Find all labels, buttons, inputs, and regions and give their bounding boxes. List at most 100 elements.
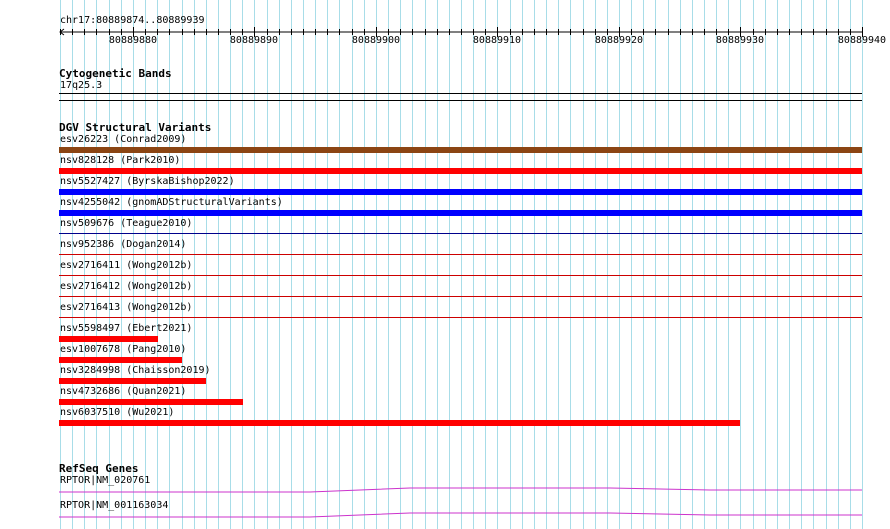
gridline [218, 0, 219, 529]
gridline [279, 0, 280, 529]
gridline [631, 0, 632, 529]
gridline [813, 0, 814, 529]
gridline [510, 0, 511, 529]
dgv-variant-label[interactable]: nsv509676 (Teague2010) [60, 218, 192, 230]
gridline [668, 0, 669, 529]
dgv-variant-label[interactable]: nsv952386 (Dogan2014) [60, 239, 186, 251]
gridline [303, 0, 304, 529]
gridline [655, 0, 656, 529]
ruler-tick-label: 80889900 [351, 35, 401, 46]
gridline [522, 0, 523, 529]
track-divider [59, 100, 862, 101]
dgv-variant-label[interactable]: esv2716411 (Wong2012b) [60, 260, 192, 272]
gridline [400, 0, 401, 529]
gridline [789, 0, 790, 529]
gridline [425, 0, 426, 529]
gridline [364, 0, 365, 529]
refseq-gene-line[interactable] [59, 512, 862, 518]
gridline [728, 0, 729, 529]
gridline [583, 0, 584, 529]
dgv-variant-label[interactable]: esv1007678 (Pang2010) [60, 344, 186, 356]
ruler-tick-label: 80889890 [229, 35, 279, 46]
gridline [242, 0, 243, 529]
gridline [838, 0, 839, 529]
cytoband-label: 17q25.3 [60, 80, 103, 91]
gridline [461, 0, 462, 529]
dgv-variant-label[interactable]: nsv4255042 (gnomADStructuralVariants) [60, 197, 283, 209]
ruler-tick-label: 80889910 [472, 35, 522, 46]
ruler-tick-label: 80889920 [594, 35, 644, 46]
gridline [352, 0, 353, 529]
gridline [291, 0, 292, 529]
dgv-variant-label[interactable]: nsv828128 (Park2010) [60, 155, 180, 167]
cytogenetic-bands-title: Cytogenetic Bands [59, 67, 172, 80]
dgv-variant-label[interactable]: esv2716413 (Wong2012b) [60, 302, 192, 314]
gridline [485, 0, 486, 529]
refseq-track-title: RefSeq Genes [59, 462, 139, 475]
gridline [206, 0, 207, 529]
ruler-tick-label: 80889940 [837, 35, 887, 46]
gridline [753, 0, 754, 529]
gridline [376, 0, 377, 529]
dgv-variant-label[interactable]: nsv4732686 (Quan2021) [60, 386, 186, 398]
gridline [716, 0, 717, 529]
gridline [850, 0, 851, 529]
gridline [777, 0, 778, 529]
gridline [327, 0, 328, 529]
cytoband-track-line [59, 93, 862, 94]
dgv-variant-label[interactable]: esv26223 (Conrad2009) [60, 134, 186, 146]
dgv-variant-bar[interactable] [59, 233, 862, 234]
dgv-track-title: DGV Structural Variants [59, 121, 212, 134]
dgv-variant-bar[interactable] [59, 317, 862, 318]
gridline [692, 0, 693, 529]
gridline [570, 0, 571, 529]
gridline [315, 0, 316, 529]
gridline [534, 0, 535, 529]
gridline [704, 0, 705, 529]
dgv-variant-label[interactable]: esv2716412 (Wong2012b) [60, 281, 192, 293]
gridline [607, 0, 608, 529]
refseq-gene-line[interactable] [59, 487, 862, 493]
dgv-variant-bar[interactable] [59, 336, 158, 342]
ruler-tick-label: 80889930 [715, 35, 765, 46]
dgv-variant-bar[interactable] [59, 378, 206, 384]
dgv-variant-bar[interactable] [59, 275, 862, 276]
gridline [680, 0, 681, 529]
refseq-gene-model[interactable] [0, 508, 890, 520]
dgv-variant-bar[interactable] [59, 147, 862, 153]
gridline [339, 0, 340, 529]
dgv-variant-label[interactable]: nsv5598497 (Ebert2021) [60, 323, 192, 335]
gridline [437, 0, 438, 529]
gridline [619, 0, 620, 529]
gridline [765, 0, 766, 529]
ruler-tick-label: 80889880 [108, 35, 158, 46]
gridline [862, 0, 863, 529]
gridline [740, 0, 741, 529]
gridline [267, 0, 268, 529]
dgv-variant-label[interactable]: nsv5527427 (ByrskaBishop2022) [60, 176, 235, 188]
dgv-variant-label[interactable]: nsv6037510 (Wu2021) [60, 407, 174, 419]
refseq-gene-model[interactable] [0, 483, 890, 495]
gridline [558, 0, 559, 529]
gridline [497, 0, 498, 529]
gridline [412, 0, 413, 529]
gridline [449, 0, 450, 529]
gridline [230, 0, 231, 529]
dgv-variant-bar[interactable] [59, 254, 862, 255]
dgv-variant-bar[interactable] [59, 210, 862, 216]
gridline [826, 0, 827, 529]
gridline [801, 0, 802, 529]
dgv-variant-bar[interactable] [59, 399, 243, 405]
gridline [254, 0, 255, 529]
genome-browser-panel: chr17:80889874..80889939 80889880 8088989… [0, 0, 890, 529]
gridline [473, 0, 474, 529]
dgv-variant-bar[interactable] [59, 296, 862, 297]
dgv-variant-bar[interactable] [59, 420, 740, 426]
dgv-variant-label[interactable]: nsv3284998 (Chaisson2019) [60, 365, 211, 377]
dgv-variant-bar[interactable] [59, 168, 862, 174]
gridline [194, 0, 195, 529]
dgv-variant-bar[interactable] [59, 357, 182, 363]
dgv-variant-bar[interactable] [59, 189, 862, 195]
gridline [546, 0, 547, 529]
gridline [388, 0, 389, 529]
